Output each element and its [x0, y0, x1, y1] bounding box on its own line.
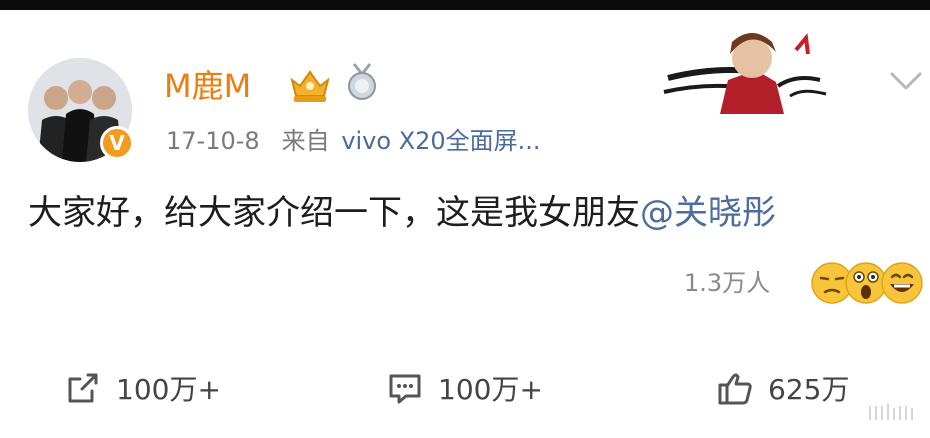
reactions-count[interactable]: 1.3万人 — [684, 266, 770, 300]
username[interactable]: M鹿M — [164, 64, 251, 108]
source-prefix: 来自 — [281, 127, 330, 155]
medal-badge-icon[interactable] — [344, 62, 380, 102]
reaction-emojis-icon[interactable] — [808, 258, 928, 308]
vip-crown-badge-icon[interactable] — [286, 66, 334, 104]
comment-button[interactable]: 100万+ — [386, 356, 543, 420]
verified-v-badge-icon: V — [100, 126, 134, 160]
mention-link[interactable]: @关晓彤 — [640, 193, 776, 233]
comment-count: 100万+ — [438, 373, 543, 406]
repost-button[interactable]: 100万+ — [64, 356, 221, 420]
post-meta: 17-10-8 来自 vivo X20全面屏... — [166, 124, 541, 158]
post-date: 17-10-8 — [166, 127, 260, 155]
top-edge-bar — [0, 0, 930, 10]
repost-count: 100万+ — [116, 373, 221, 406]
post-content: 大家好，给大家介绍一下，这是我女朋友@关晓彤 — [28, 188, 776, 238]
device-source-link[interactable]: vivo X20全面屏... — [341, 127, 540, 155]
post-text: 大家好，给大家介绍一下，这是我女朋友 — [28, 193, 640, 233]
comment-icon — [389, 374, 421, 404]
card-background-art — [663, 33, 827, 114]
repost-icon — [68, 373, 98, 403]
thumbs-up-icon — [718, 373, 752, 405]
watermark-icon — [869, 404, 913, 420]
like-count: 625万 — [768, 373, 850, 406]
action-bar: 100万+ 100万+ 625万 — [0, 356, 930, 420]
chevron-down-icon[interactable] — [886, 66, 926, 96]
like-button[interactable]: 625万 — [716, 356, 849, 420]
